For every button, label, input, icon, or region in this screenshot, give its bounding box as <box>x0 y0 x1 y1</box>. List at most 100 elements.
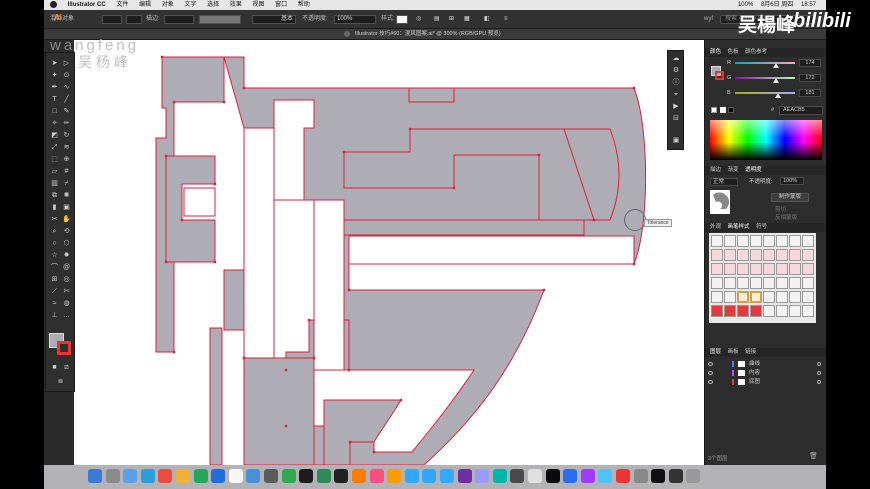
dock-app-icon[interactable] <box>369 469 384 483</box>
anchor-point[interactable] <box>592 218 596 222</box>
graphic-style-swatch[interactable] <box>789 249 801 261</box>
pen-tool-icon[interactable]: ✒ <box>50 83 59 92</box>
anchor-point[interactable] <box>348 440 352 444</box>
menu-window[interactable]: 窗口 <box>275 0 287 10</box>
layer-row[interactable]: 内容 <box>705 369 826 377</box>
graphic-style-swatch[interactable] <box>711 277 723 289</box>
dock-app-icon[interactable] <box>633 469 648 483</box>
dock-app-icon[interactable] <box>404 469 419 483</box>
dock-app-icon[interactable] <box>193 469 208 483</box>
dock-app-icon[interactable] <box>387 469 402 483</box>
dock-app-icon[interactable] <box>352 469 366 483</box>
maze-shape[interactable] <box>223 269 245 331</box>
blue-channel-value[interactable]: 181 <box>799 89 821 97</box>
arrange-icon[interactable]: ▦ <box>464 10 470 29</box>
layer-name[interactable]: 底图 <box>749 378 760 386</box>
anchor-point[interactable] <box>347 368 351 372</box>
dock-app-icon[interactable] <box>528 469 542 483</box>
graphic-style-swatch[interactable] <box>789 277 801 289</box>
libraries-icon[interactable]: ☁ <box>671 55 681 63</box>
graphic-style-swatch[interactable] <box>737 263 749 275</box>
graphic-style-swatch[interactable] <box>711 291 723 303</box>
graphic-style-swatch[interactable] <box>802 263 814 275</box>
stroke-color-box[interactable] <box>57 341 71 355</box>
transparency-opacity-field[interactable]: 100% <box>780 177 804 185</box>
color-mode-icon[interactable]: ■ <box>50 363 59 372</box>
eye-icon[interactable] <box>708 380 713 384</box>
layer-row[interactable]: 底图 <box>705 378 826 386</box>
graphic-style-swatch[interactable] <box>776 291 788 303</box>
eye-icon[interactable] <box>708 362 713 366</box>
app-menu[interactable]: Illustrator CC <box>68 0 106 10</box>
artboard-tool-icon[interactable]: ▣ <box>62 203 71 212</box>
eyedropper-tool-icon[interactable]: ⌿ <box>62 179 71 188</box>
graphic-style-swatch[interactable] <box>711 305 723 317</box>
graphic-style-swatch[interactable] <box>763 305 775 317</box>
menu-object[interactable]: 对象 <box>162 0 174 10</box>
maze-pattern[interactable] <box>155 55 647 465</box>
scissors-tool-icon[interactable]: ✄ <box>62 287 71 296</box>
dock-app-icon[interactable] <box>598 469 613 483</box>
hand-tool-icon[interactable]: ✋ <box>62 215 71 224</box>
make-mask-button[interactable]: 制作蒙版 <box>771 193 809 202</box>
anchor-point[interactable] <box>347 288 351 292</box>
graphic-style-swatch[interactable] <box>737 291 749 303</box>
invert-mask-checkbox[interactable]: 反相蒙版 <box>775 213 797 221</box>
maze-shape[interactable] <box>408 87 455 103</box>
dock-app-icon[interactable] <box>457 469 472 483</box>
transform-icon[interactable]: ⊞ <box>449 10 454 29</box>
dock-app-icon[interactable] <box>580 469 595 483</box>
graphic-style-swatch[interactable] <box>750 249 762 261</box>
graphic-style-swatch[interactable] <box>789 305 801 317</box>
isolate-icon[interactable]: ◧ <box>484 10 490 29</box>
anchor-point[interactable] <box>213 260 217 264</box>
graphic-style-swatch[interactable] <box>763 249 775 261</box>
menu-effect[interactable]: 效果 <box>230 0 242 10</box>
shape-builder-tool-icon[interactable]: ⊕ <box>62 155 71 164</box>
graphic-style-swatch[interactable] <box>750 263 762 275</box>
lasso-tool-icon[interactable]: ⊙ <box>62 71 71 80</box>
graphic-style-swatch[interactable] <box>763 277 775 289</box>
none-color-icon[interactable] <box>711 107 717 113</box>
dock-app-icon[interactable] <box>299 469 314 483</box>
menu-select[interactable]: 选择 <box>207 0 219 10</box>
knife-tool-icon[interactable]: ⟋ <box>50 287 59 296</box>
graphic-style-swatch[interactable] <box>789 263 801 275</box>
graphic-style-swatch[interactable] <box>711 263 723 275</box>
graphic-style-swatch[interactable] <box>802 277 814 289</box>
tab-color-guide[interactable]: 颜色参考 <box>745 49 767 55</box>
polar-grid-tool-icon[interactable]: ◎ <box>62 275 71 284</box>
dock-app-icon[interactable] <box>264 469 278 483</box>
graphic-style-swatch[interactable] <box>802 305 814 317</box>
tab-appearance[interactable]: 外观 <box>710 224 721 230</box>
artwork[interactable] <box>74 40 704 465</box>
anchor-point[interactable] <box>632 262 636 266</box>
direct-selection-tool-icon[interactable]: ▷ <box>62 59 71 68</box>
dock-app-icon[interactable] <box>281 469 296 483</box>
graphic-style-swatch[interactable] <box>737 305 749 317</box>
graphic-style-swatch[interactable] <box>711 235 723 247</box>
graphic-style-swatch[interactable] <box>750 235 762 247</box>
fill-selector[interactable] <box>102 15 122 24</box>
dock-app-icon[interactable] <box>88 469 102 483</box>
anchor-point[interactable] <box>213 182 217 186</box>
selection-tool-icon[interactable]: ➤ <box>50 59 59 68</box>
red-channel-value[interactable]: 174 <box>799 59 821 67</box>
tab-stroke[interactable]: 描边 <box>710 167 721 173</box>
brush-field[interactable]: 基本 <box>252 15 296 24</box>
artboards-panel-icon[interactable]: ▣ <box>671 137 681 145</box>
width-tool-icon[interactable]: ≋ <box>62 143 71 152</box>
rectangle-tool-icon[interactable]: □ <box>50 107 59 116</box>
eraser-tool-icon[interactable]: ◩ <box>50 131 59 140</box>
apple-icon[interactable] <box>50 0 57 8</box>
graphic-style-swatch[interactable] <box>763 263 775 275</box>
screen-mode-icon[interactable]: ⧈ <box>56 377 65 386</box>
align-icon[interactable]: ▤ <box>434 10 440 29</box>
mask-thumbnail[interactable] <box>710 190 730 214</box>
graphic-style-swatch[interactable] <box>750 305 762 317</box>
green-channel-slider[interactable] <box>735 77 795 83</box>
graphic-style-swatch[interactable] <box>724 305 736 317</box>
align-panel-icon[interactable]: ⊟ <box>671 115 681 123</box>
menu-file[interactable]: 文件 <box>116 0 128 10</box>
anchor-point[interactable] <box>164 260 168 264</box>
